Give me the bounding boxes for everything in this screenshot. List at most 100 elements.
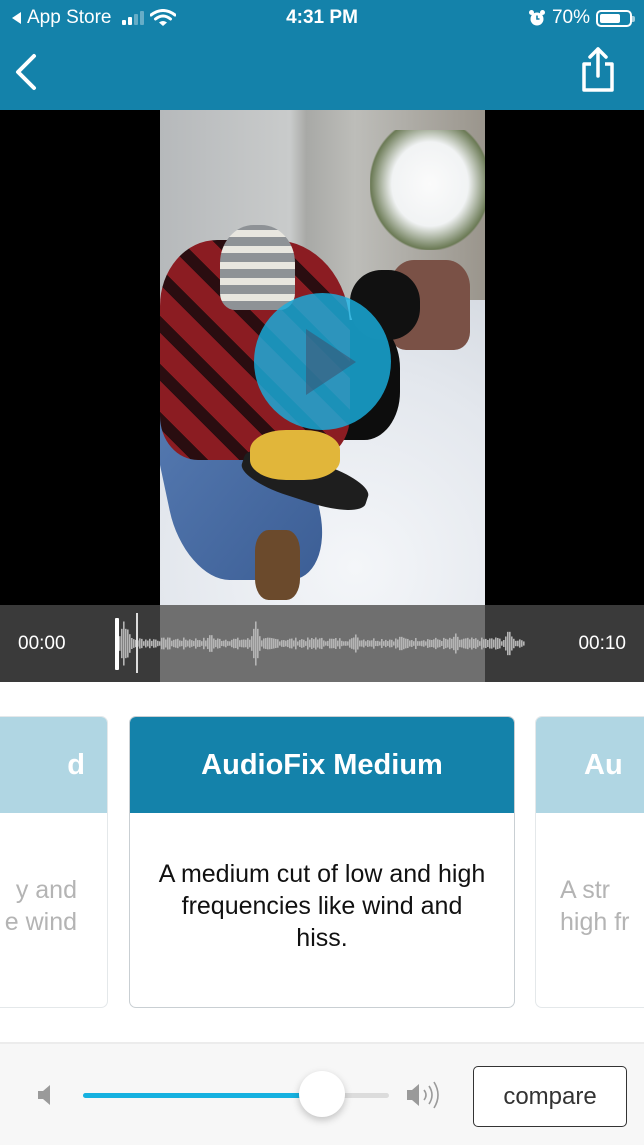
preset-description: A medium cut of low and high frequencies… [130,813,514,1007]
waveform-bar [191,640,193,647]
mix-slider[interactable] [83,1071,389,1117]
waveform-bar [141,638,143,649]
waveform-bar [215,639,217,648]
waveform-bar [275,638,277,649]
waveform-bar [241,639,243,648]
waveform-bar [289,638,291,649]
waveform-bar [447,639,449,648]
waveform-bar [409,640,411,647]
waveform-bar [193,640,195,647]
waveform-bar [355,634,357,653]
waveform-bar [163,637,165,650]
waveform-bar [399,636,401,651]
waveform-bar [183,637,185,650]
waveform-bar [131,637,133,650]
status-bar: App Store 4:31 PM 70% [0,0,644,36]
preset-card-strong[interactable]: Au A str high fr [535,716,644,1008]
waveform-bar [247,638,249,649]
waveform-bar [411,640,413,647]
start-time: 00:00 [18,633,66,654]
trim-marker[interactable] [136,613,138,673]
mix-controls: compare [0,1042,644,1145]
waveform-bar [349,639,351,648]
waveform-bar [189,639,191,648]
waveform-bar [445,638,447,649]
waveform-bar [221,640,223,647]
compare-button[interactable]: compare [473,1066,627,1127]
waveform-bar [291,638,293,649]
video-scene-gloves [250,430,340,480]
waveform-bar [441,641,443,646]
waveform-bar [125,628,127,659]
waveform-bar [267,637,269,650]
video-player[interactable] [0,110,644,682]
waveform-bar [423,640,425,647]
waveform-bar [249,639,251,648]
waveform-bar [497,637,499,650]
waveform-bar [165,639,167,648]
waveform-bar [279,641,281,646]
waveform-bar [385,639,387,648]
waveform-bar [509,631,511,656]
waveform-bar [299,640,301,647]
waveform-bar [431,639,433,648]
preset-title: AudioFix Medium [130,717,514,813]
waveform-bar [517,640,519,647]
waveform-bar [371,640,373,647]
waveform-bar [363,639,365,648]
waveform-bar [283,640,285,647]
slider-thumb[interactable] [298,1071,345,1117]
waveform-bar [155,639,157,648]
waveform-bar [403,637,405,650]
preset-card-mild[interactable]: d y and e wind [0,716,108,1008]
preset-carousel[interactable]: d y and e wind AudioFix Medium A medium c… [0,682,644,1042]
battery-level [600,13,620,23]
waveform-bar [325,641,327,646]
audio-waveform[interactable] [115,605,527,682]
waveform-bar [223,640,225,647]
waveform-bar [305,641,307,646]
share-icon[interactable] [578,46,618,94]
waveform-bar [347,641,349,646]
waveform-bar [315,637,317,650]
waveform-bar [185,639,187,648]
waveform-bar [377,640,379,647]
waveform-bar [361,640,363,647]
waveform-bar [227,641,229,646]
waveform-bar [277,639,279,648]
waveform-bar [139,638,141,649]
waveform-bar [345,641,347,646]
video-scene-boot [255,530,300,600]
waveform-bar [359,640,361,647]
waveform-bar [195,638,197,649]
waveform-bar [507,631,509,656]
waveform-bar [159,641,161,646]
playhead[interactable] [115,618,119,670]
waveform-bar [271,638,273,649]
waveform-bar [381,639,383,648]
waveform-bar [327,640,329,647]
waveform-bar [419,641,421,646]
preset-card-medium[interactable]: AudioFix Medium A medium cut of low and … [129,716,515,1008]
speaker-high-icon [407,1081,439,1109]
waveform-bar [391,639,393,648]
waveform-bar [373,638,375,649]
waveform-bar [265,638,267,649]
waveform-bar [483,639,485,648]
chevron-left-icon[interactable] [12,52,42,92]
waveform-bar [337,640,339,647]
waveform-bar [225,639,227,648]
waveform-bar [263,638,265,649]
waveform-bar [461,639,463,648]
waveform-bar [295,637,297,650]
audio-timeline[interactable]: 00:00 00:10 [0,605,644,682]
preset-description: y and e wind [0,813,107,1007]
play-button[interactable] [254,293,391,430]
waveform-bar [217,638,219,649]
waveform-bar [237,637,239,650]
waveform-bar [297,641,299,646]
waveform-bar [495,637,497,650]
waveform-bar [477,639,479,648]
waveform-bar [395,638,397,649]
waveform-bar [489,638,491,649]
